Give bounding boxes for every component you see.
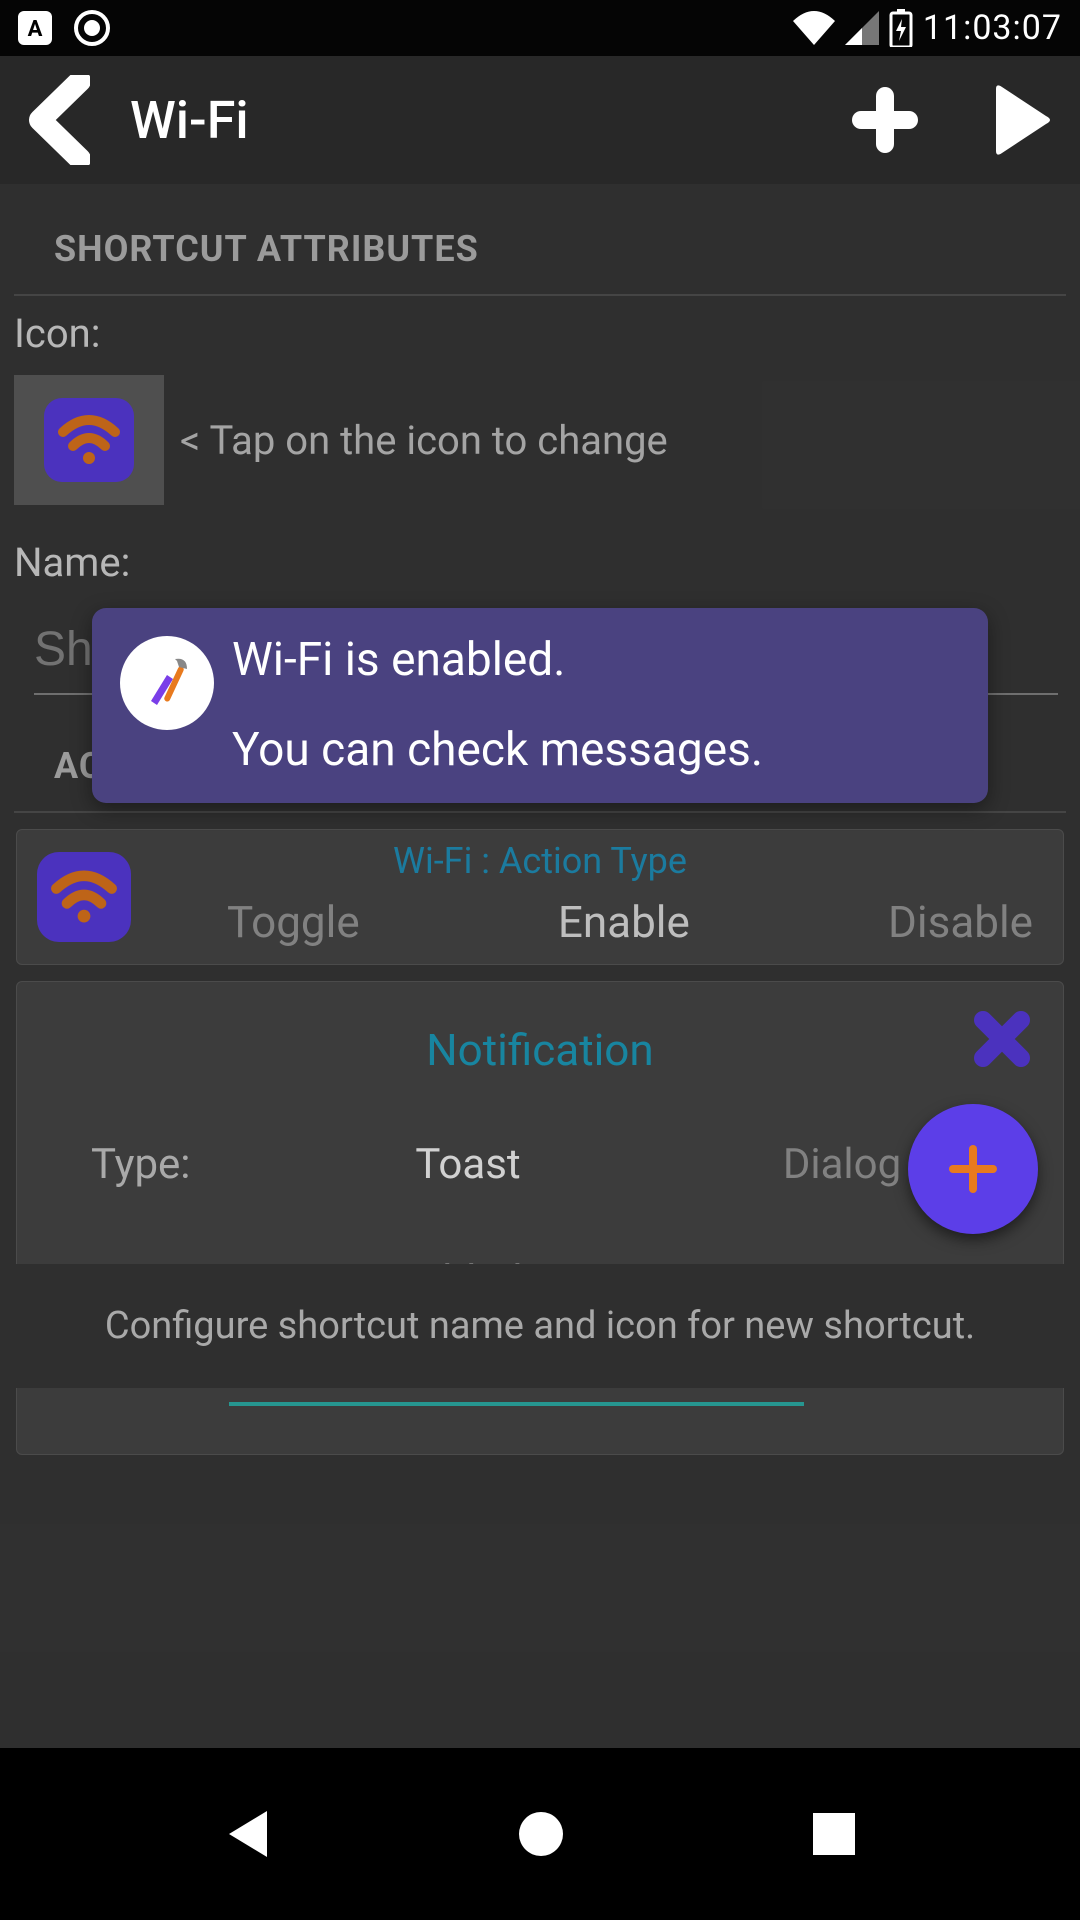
status-bar: A 11:03:07 [0, 0, 1080, 56]
content-area: SHORTCUT ATTRIBUTES Icon: < Tap on the i… [0, 184, 1080, 1748]
wifi-icon [793, 11, 835, 45]
icon-label: Icon: [14, 296, 1066, 375]
shortcut-icon-picker[interactable] [14, 375, 164, 505]
wifi-app-icon [44, 398, 134, 482]
page-title: Wi-Fi [130, 90, 808, 151]
back-button[interactable] [28, 75, 90, 165]
action-type-card: Wi-Fi : Action Type Toggle Enable Disabl… [16, 829, 1064, 965]
cellular-signal-icon [845, 11, 879, 45]
notification-type-row: Type: Toast Dialog [41, 1110, 1039, 1219]
remove-notification-button[interactable] [973, 1010, 1031, 1068]
type-label: Type: [51, 1140, 281, 1189]
action-option-enable[interactable]: Enable [558, 896, 690, 948]
toast-overlay: Wi-Fi is enabled. You can check messages… [92, 608, 988, 803]
keyboard-indicator-icon: A [18, 11, 52, 45]
svg-text:A: A [28, 17, 43, 42]
nav-back-button[interactable] [223, 1807, 271, 1861]
tools-icon [120, 636, 214, 730]
system-nav-bar [0, 1748, 1080, 1920]
name-label: Name: [14, 525, 1066, 604]
nav-recents-button[interactable] [811, 1811, 857, 1857]
toast-line1: Wi-Fi is enabled. [232, 636, 948, 684]
plus-icon [941, 1137, 1005, 1201]
app-bar: Wi-Fi [0, 56, 1080, 184]
status-time: 11:03:07 [923, 8, 1062, 48]
divider [14, 811, 1066, 813]
notification-title: Notification [426, 1024, 653, 1076]
record-indicator-icon [74, 10, 110, 46]
type-option-toast[interactable]: Toast [281, 1140, 655, 1189]
toast-line2: You can check messages. [232, 726, 948, 774]
icon-change-hint: < Tap on the icon to change [180, 417, 668, 464]
add-button[interactable] [848, 83, 922, 157]
section-shortcut-attributes: SHORTCUT ATTRIBUTES [14, 208, 1066, 294]
footer-hint: Configure shortcut name and icon for new… [0, 1264, 1080, 1388]
action-option-toggle[interactable]: Toggle [227, 896, 360, 948]
action-type-title: Wi-Fi : Action Type [17, 840, 1063, 882]
nav-home-button[interactable] [516, 1809, 566, 1859]
add-fab[interactable] [908, 1104, 1038, 1234]
play-button[interactable] [990, 83, 1052, 157]
battery-charging-icon [889, 9, 913, 47]
action-option-disable[interactable]: Disable [888, 896, 1033, 948]
